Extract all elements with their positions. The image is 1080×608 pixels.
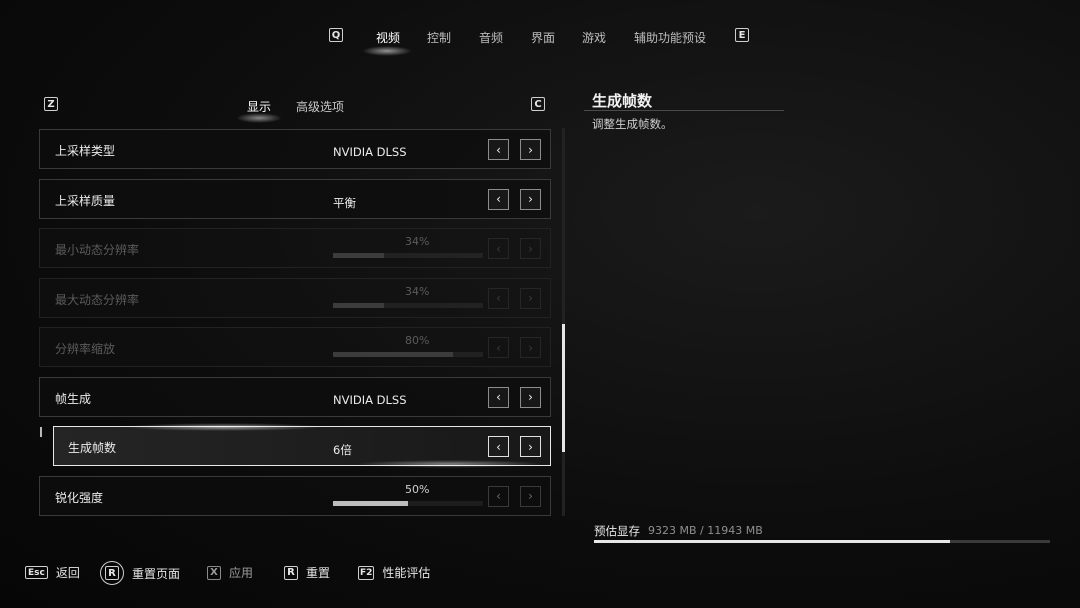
setting-label: 上采样质量 <box>55 193 116 208</box>
hint-reset-page[interactable]: R 重置页面 <box>100 561 180 585</box>
hint-back[interactable]: Esc 返回 <box>25 564 80 581</box>
x-key-icon: X <box>207 565 221 580</box>
slider-track <box>333 302 483 308</box>
setting-label: 分辨率缩放 <box>55 342 116 356</box>
setting-resolution-scale: 分辨率缩放 80% ‹ › <box>39 327 551 367</box>
setting-frame-generation[interactable]: 帧生成 NVIDIA DLSS ‹ › <box>39 376 551 417</box>
setting-label: 最大动态分辨率 <box>55 292 140 307</box>
setting-min-dynamic-resolution: 最小动态分辨率 34% ‹ › <box>39 228 551 268</box>
setting-label: 帧生成 <box>55 391 92 406</box>
slider-value: 50% <box>405 482 430 496</box>
prev-subtab-key[interactable]: Z <box>44 97 58 111</box>
chevron-left-icon[interactable]: ‹ <box>488 386 509 408</box>
setting-max-dynamic-resolution: 最大动态分辨率 34% ‹ › <box>39 277 551 318</box>
description-divider <box>584 110 784 111</box>
hint-label: 重置 <box>306 566 331 580</box>
slider-value: 34% <box>405 235 430 248</box>
slider-fill <box>333 253 384 258</box>
chevron-right-icon[interactable]: › <box>520 386 541 408</box>
setting-sharpening-strength[interactable]: 锐化强度 50% ‹ › <box>39 475 551 516</box>
setting-value: 6倍 <box>333 443 352 457</box>
f2-key-icon: F2 <box>358 565 375 580</box>
active-tab-indicator <box>362 46 412 56</box>
scrollbar-thumb[interactable] <box>562 324 565 452</box>
chevron-right-icon[interactable]: › <box>520 188 541 210</box>
chevron-left-icon[interactable]: ‹ <box>488 188 509 210</box>
vram-bar <box>594 540 1050 543</box>
description-title: 生成帧数 <box>592 92 653 110</box>
active-subtab-indicator <box>236 113 282 123</box>
setting-value: 平衡 <box>333 195 356 210</box>
selection-glow <box>354 460 544 468</box>
hint-label: 重置页面 <box>132 566 181 581</box>
r-key-icon: R <box>105 566 119 580</box>
description-body: 调整生成帧数。 <box>592 117 673 131</box>
hint-label: 应用 <box>229 566 254 580</box>
settings-list: 上采样类型 NVIDIA DLSS ‹ › 上采样质量 平衡 ‹ › 最小动态分… <box>39 129 551 525</box>
chevron-right-icon: › <box>520 287 541 309</box>
tab-game[interactable]: 游戏 <box>582 29 606 46</box>
setting-upsampling-quality[interactable]: 上采样质量 平衡 ‹ › <box>39 178 551 219</box>
tab-audio[interactable]: 音频 <box>479 29 503 46</box>
hint-performance[interactable]: F2 性能评估 <box>358 564 430 581</box>
chevron-right-icon: › <box>520 337 541 358</box>
r-key-icon: R <box>284 565 298 580</box>
setting-generated-frames[interactable]: 生成帧数 6倍 ‹ › <box>40 423 551 468</box>
slider-track <box>333 352 483 357</box>
hint-reset[interactable]: R 重置 <box>284 564 330 581</box>
selection-glow <box>124 423 324 431</box>
tab-interface[interactable]: 界面 <box>531 29 555 46</box>
slider-value: 34% <box>405 284 430 298</box>
next-subtab-key[interactable]: C <box>531 97 545 111</box>
setting-upsampling-type[interactable]: 上采样类型 NVIDIA DLSS ‹ › <box>39 129 551 169</box>
prev-tab-key[interactable]: Q <box>329 28 343 42</box>
slider-track[interactable] <box>333 500 483 506</box>
chevron-right-icon: › <box>520 238 541 259</box>
circle-key-icon: R <box>100 561 124 585</box>
chevron-left-icon: ‹ <box>488 337 509 358</box>
chevron-right-icon[interactable]: › <box>520 436 541 457</box>
subtab-advanced[interactable]: 高级选项 <box>296 98 344 115</box>
vram-bar-fill <box>594 540 950 543</box>
chevron-right-icon[interactable]: › <box>520 485 541 507</box>
tab-accessibility-presets[interactable]: 辅助功能预设 <box>634 29 706 46</box>
chevron-left-icon: ‹ <box>488 287 509 309</box>
setting-label: 生成帧数 <box>68 441 117 455</box>
setting-value: NVIDIA DLSS <box>333 145 407 159</box>
next-tab-key[interactable]: E <box>735 28 749 42</box>
chevron-left-icon: ‹ <box>488 238 509 259</box>
hint-label: 返回 <box>55 566 80 580</box>
setting-label: 最小动态分辨率 <box>55 243 140 257</box>
hint-label: 性能评估 <box>382 566 431 580</box>
chevron-left-icon[interactable]: ‹ <box>488 485 509 507</box>
scrollbar-track[interactable] <box>562 128 565 516</box>
setting-label: 锐化强度 <box>55 490 104 505</box>
slider-fill <box>333 352 453 357</box>
setting-value: NVIDIA DLSS <box>333 392 407 407</box>
tab-controls[interactable]: 控制 <box>427 29 451 46</box>
slider-value: 80% <box>405 334 430 347</box>
chevron-left-icon[interactable]: ‹ <box>488 139 509 160</box>
chevron-left-icon[interactable]: ‹ <box>488 436 509 457</box>
chevron-right-icon[interactable]: › <box>520 139 541 160</box>
vram-label: 预估显存 <box>594 524 640 538</box>
esc-key-icon: Esc <box>25 566 48 579</box>
tab-video[interactable]: 视频 <box>376 29 400 46</box>
vram-value: 9323 MB / 11943 MB <box>648 524 763 537</box>
slider-fill <box>333 500 408 506</box>
setting-label: 上采样类型 <box>55 144 116 158</box>
slider-track <box>333 253 483 258</box>
hint-apply[interactable]: X 应用 <box>207 564 253 581</box>
selection-marker <box>40 427 42 437</box>
slider-fill <box>333 302 384 308</box>
top-nav: Q 视频 控制 音频 界面 游戏 辅助功能预设 E <box>0 26 1080 48</box>
